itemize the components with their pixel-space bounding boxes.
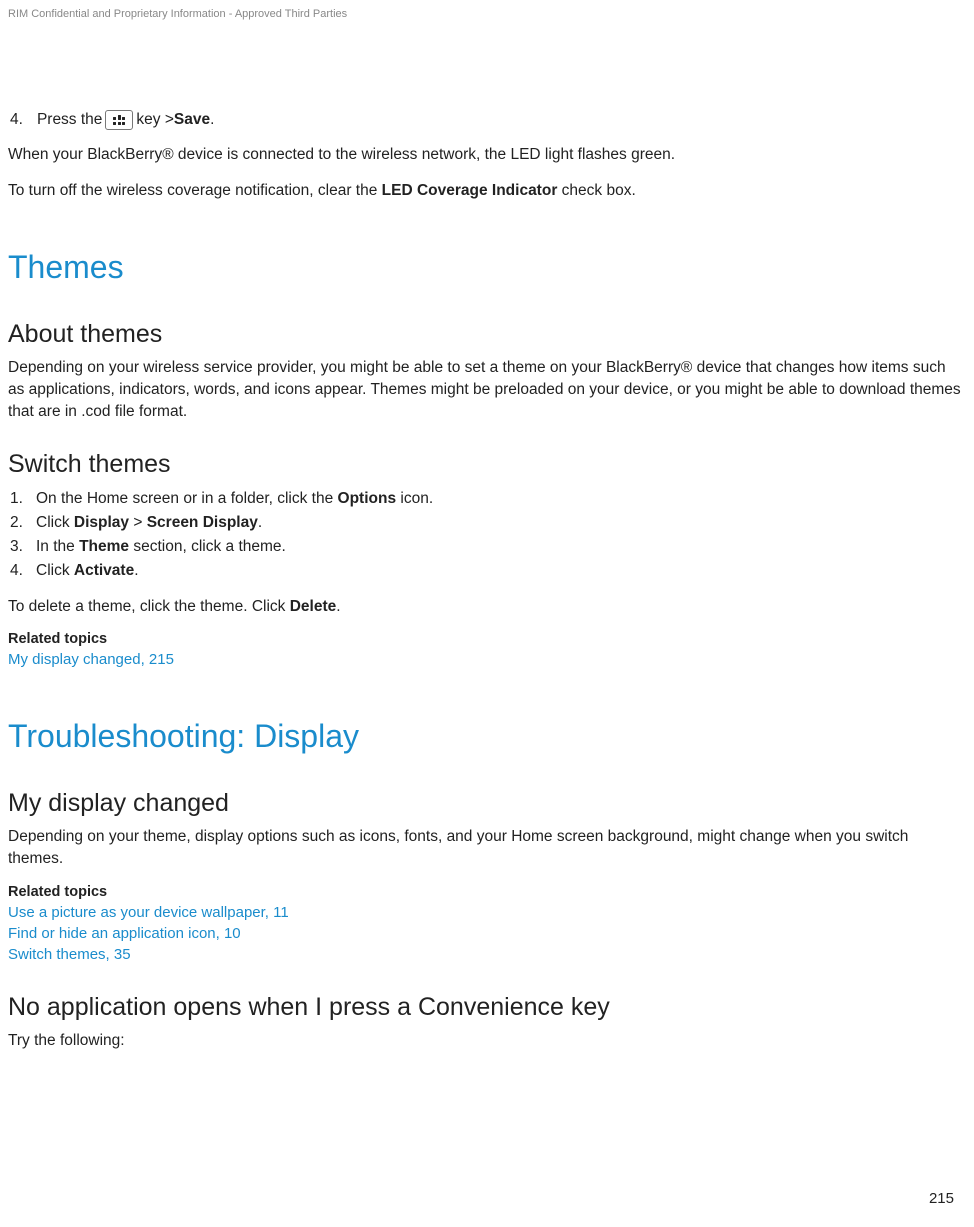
step-text: Click Display > Screen Display. bbox=[36, 511, 262, 535]
heading-switch-themes: Switch themes bbox=[8, 450, 962, 479]
text-bold: Activate bbox=[74, 562, 134, 579]
heading-my-display-changed: My display changed bbox=[8, 789, 962, 818]
text-bold: LED Coverage Indicator bbox=[382, 182, 558, 199]
step-number: 3. bbox=[10, 535, 36, 559]
related-topics-label: Related topics bbox=[8, 884, 962, 900]
heading-themes: Themes bbox=[8, 249, 962, 286]
text-fragment: . bbox=[336, 598, 340, 615]
text-fragment: To turn off the wireless coverage notifi… bbox=[8, 182, 382, 199]
confidential-header: RIM Confidential and Proprietary Informa… bbox=[8, 8, 962, 20]
step-number: 4. bbox=[10, 111, 23, 129]
text-fragment: section, click a theme. bbox=[129, 538, 286, 555]
text-fragment: . bbox=[134, 562, 138, 579]
step-number: 1. bbox=[10, 487, 36, 511]
paragraph: When your BlackBerry® device is connecte… bbox=[8, 144, 962, 166]
paragraph: Depending on your theme, display options… bbox=[8, 826, 962, 869]
related-link[interactable]: Switch themes, 35 bbox=[8, 944, 962, 965]
paragraph: Try the following: bbox=[8, 1030, 962, 1052]
text-bold: Options bbox=[338, 490, 397, 507]
text-fragment: To delete a theme, click the theme. Clic… bbox=[8, 598, 290, 615]
text-fragment: . bbox=[258, 514, 262, 531]
paragraph: To delete a theme, click the theme. Clic… bbox=[8, 596, 962, 618]
related-link[interactable]: My display changed, 215 bbox=[8, 649, 962, 670]
related-link[interactable]: Find or hide an application icon, 10 bbox=[8, 923, 962, 944]
text-bold: Display bbox=[74, 514, 129, 531]
step-number: 4. bbox=[10, 559, 36, 583]
step-4-row: 4. Press the key > Save . bbox=[8, 110, 962, 130]
text-fragment: > bbox=[129, 514, 147, 531]
text-fragment: check box. bbox=[557, 182, 635, 199]
related-topics-label: Related topics bbox=[8, 631, 962, 647]
switch-themes-steps: 1. On the Home screen or in a folder, cl… bbox=[8, 487, 962, 583]
heading-troubleshooting: Troubleshooting: Display bbox=[8, 718, 962, 755]
step-number: 2. bbox=[10, 511, 36, 535]
text-fragment: Press the bbox=[37, 111, 102, 129]
text-fragment: In the bbox=[36, 538, 79, 555]
text-fragment: key > bbox=[136, 111, 173, 129]
text-bold: Delete bbox=[290, 598, 337, 615]
related-link[interactable]: Use a picture as your device wallpaper, … bbox=[8, 902, 962, 923]
text-bold: Screen Display bbox=[147, 514, 258, 531]
text-bold: Save bbox=[174, 111, 210, 129]
blackberry-key-icon bbox=[105, 110, 133, 130]
text-fragment: . bbox=[210, 111, 214, 129]
step-text: Click Activate. bbox=[36, 559, 139, 583]
step-content: Press the key > Save . bbox=[37, 110, 214, 130]
step-text: In the Theme section, click a theme. bbox=[36, 535, 286, 559]
step-text: On the Home screen or in a folder, click… bbox=[36, 487, 433, 511]
heading-convenience-key: No application opens when I press a Conv… bbox=[8, 993, 962, 1022]
list-item: 1. On the Home screen or in a folder, cl… bbox=[8, 487, 962, 511]
list-item: 2. Click Display > Screen Display. bbox=[8, 511, 962, 535]
list-item: 4. Click Activate. bbox=[8, 559, 962, 583]
paragraph: To turn off the wireless coverage notifi… bbox=[8, 180, 962, 202]
heading-about-themes: About themes bbox=[8, 320, 962, 349]
page-number: 215 bbox=[929, 1190, 954, 1207]
text-fragment: Click bbox=[36, 514, 74, 531]
text-fragment: On the Home screen or in a folder, click… bbox=[36, 490, 338, 507]
text-bold: Theme bbox=[79, 538, 129, 555]
paragraph: Depending on your wireless service provi… bbox=[8, 357, 962, 422]
text-fragment: icon. bbox=[396, 490, 433, 507]
list-item: 3. In the Theme section, click a theme. bbox=[8, 535, 962, 559]
text-fragment: Click bbox=[36, 562, 74, 579]
